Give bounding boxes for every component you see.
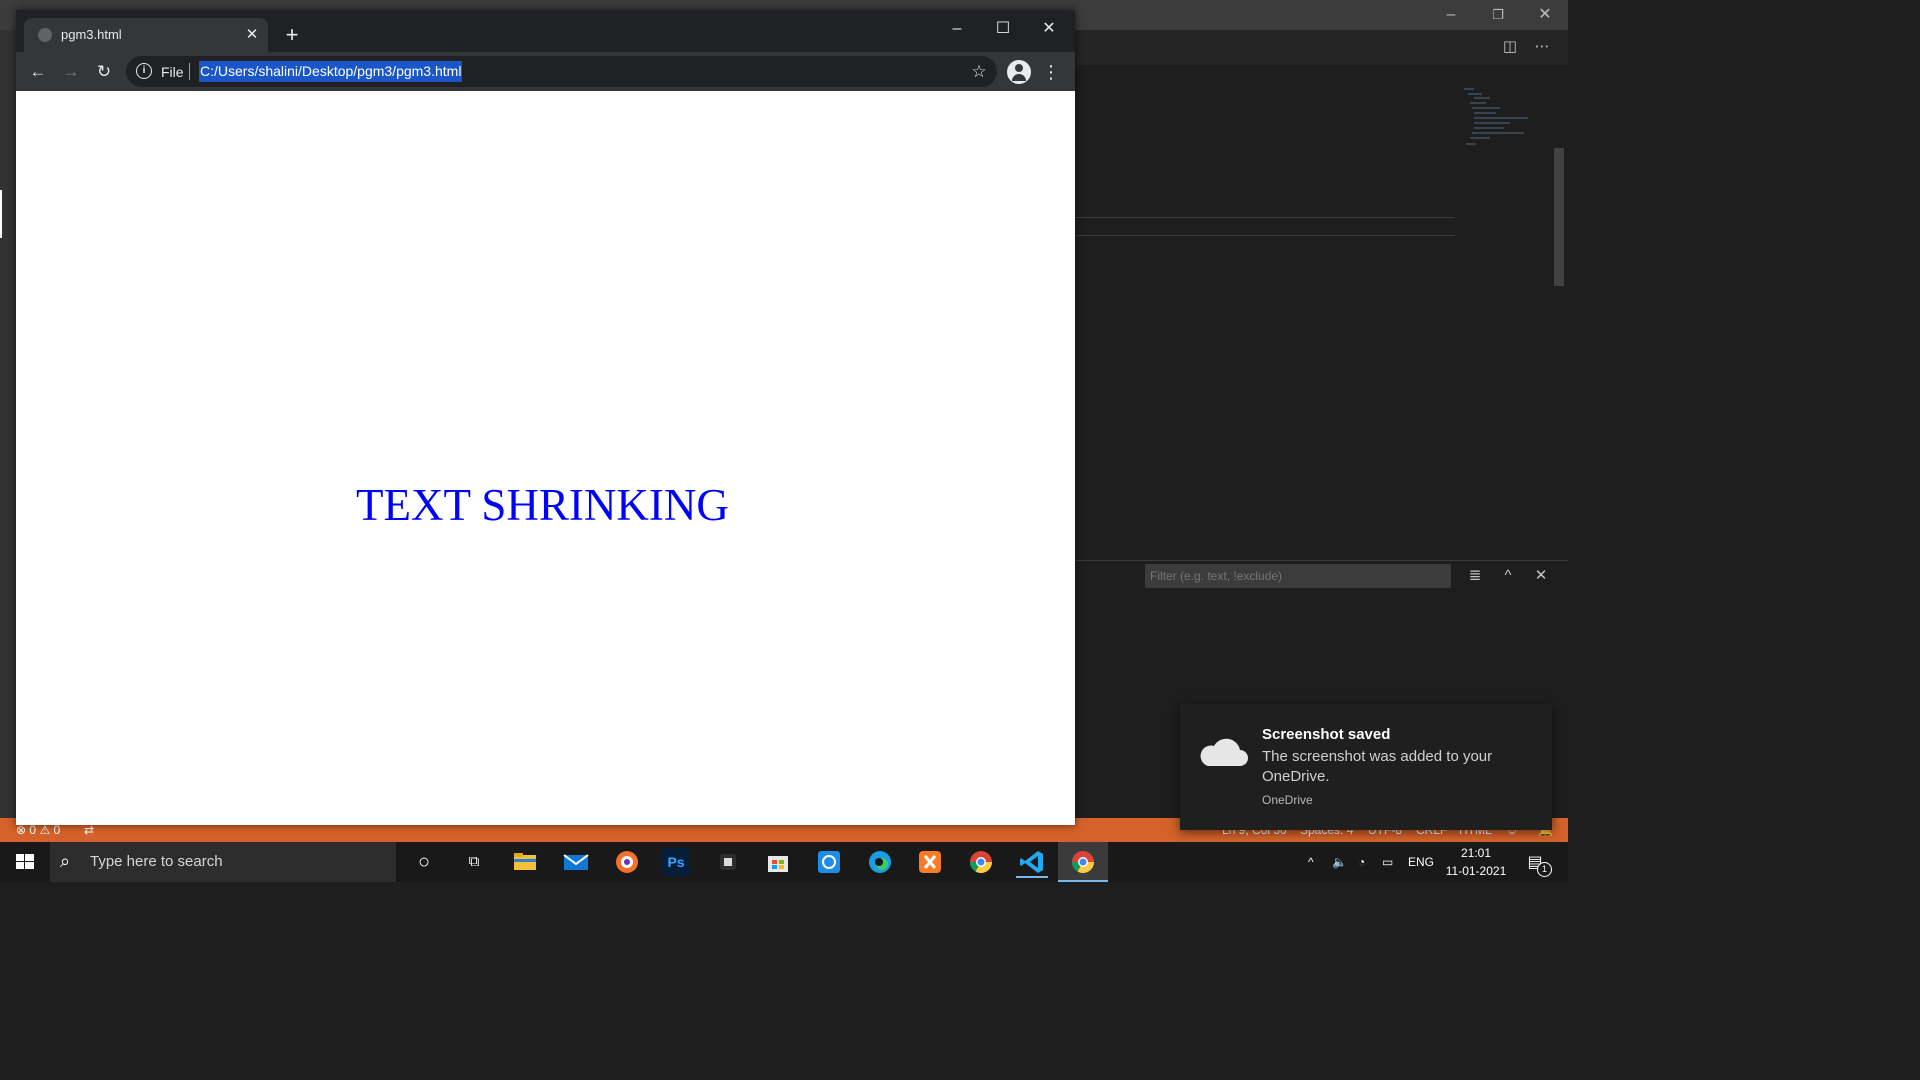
windows-start-icon[interactable] — [0, 842, 50, 882]
wifi-icon[interactable]: ◔ — [1358, 842, 1365, 882]
search-icon: ⌕ — [60, 851, 71, 871]
close-panel-icon[interactable]: ✕ — [1531, 566, 1551, 586]
active-indicator — [1058, 880, 1108, 882]
warning-icon: ⚠ — [39, 823, 51, 837]
task-view-icon[interactable]: ⧉ — [458, 846, 490, 878]
vscode-close-icon[interactable]: ✕ — [1531, 5, 1559, 25]
url-text[interactable]: C:/Users/shalini/Desktop/pgm3/pgm3.html — [199, 61, 462, 82]
mail-icon[interactable] — [560, 846, 592, 878]
onedrive-cloud-icon — [1200, 738, 1248, 766]
search-placeholder: Type here to search — [90, 853, 223, 870]
address-bar[interactable]: i File C:/Users/shalini/Desktop/pgm3/pgm… — [126, 56, 997, 87]
back-arrow-icon[interactable]: ← — [25, 59, 51, 85]
vscode-scrollbar[interactable] — [1554, 148, 1564, 286]
reload-icon[interactable]: ↻ — [91, 59, 117, 85]
windows-taskbar: ⌕ Type here to search ○ ⧉ Ps ^ 🔈 ◔ ▭ ENG — [0, 842, 1568, 882]
close-window-icon[interactable]: ✕ — [1026, 14, 1072, 44]
brave-browser-icon[interactable] — [611, 846, 643, 878]
globe-icon — [38, 28, 52, 42]
xampp-icon[interactable] — [914, 846, 946, 878]
volume-icon[interactable]: 🔈 — [1332, 842, 1347, 882]
error-count: 0 — [29, 823, 37, 837]
site-info-icon[interactable]: i — [136, 63, 152, 79]
active-indicator — [1016, 876, 1048, 878]
address-separator — [189, 63, 190, 80]
output-filter-input[interactable] — [1145, 564, 1451, 588]
notification-count-badge: 1 — [1537, 862, 1552, 877]
clock-date: 11-01-2021 — [1445, 864, 1507, 878]
store-icon[interactable] — [762, 846, 794, 878]
warning-count: 0 — [53, 823, 61, 837]
page-viewport: TEXT SHRINKING — [16, 91, 1075, 825]
chrome-active-icon — [1072, 851, 1094, 873]
toast-app-name: OneDrive — [1262, 793, 1313, 807]
chrome-titlebar: pgm3.html ✕ + – ☐ ✕ — [16, 10, 1075, 52]
clear-output-icon[interactable]: ≣ — [1465, 566, 1485, 586]
error-icon: ⊗ — [16, 823, 27, 837]
kebab-menu-icon[interactable]: ⋮ — [1041, 60, 1061, 84]
edge-icon[interactable] — [864, 846, 896, 878]
editor-divider — [1075, 235, 1455, 236]
minimize-icon[interactable]: – — [934, 14, 980, 44]
address-scheme-label: File — [161, 64, 184, 80]
sync-app-icon[interactable] — [813, 846, 845, 878]
split-editor-icon[interactable]: ◫ — [1500, 37, 1520, 57]
maximize-icon[interactable]: ☐ — [980, 14, 1026, 44]
profile-avatar-icon[interactable] — [1007, 60, 1031, 84]
browser-tab[interactable]: pgm3.html ✕ — [24, 18, 268, 52]
app-icon[interactable] — [712, 846, 744, 878]
input-language[interactable]: ENG — [1408, 842, 1434, 882]
editor-divider — [1075, 217, 1455, 218]
new-tab-icon[interactable]: + — [278, 23, 306, 49]
toast-message: The screenshot was added to your OneDriv… — [1262, 748, 1493, 785]
url-selection[interactable]: C:/Users/shalini/Desktop/pgm3/pgm3.html — [199, 61, 463, 82]
photoshop-icon[interactable]: Ps — [662, 848, 690, 876]
more-actions-icon[interactable]: ⋯ — [1532, 37, 1552, 57]
vscode-icon[interactable] — [1016, 846, 1048, 878]
page-heading: TEXT SHRINKING — [356, 480, 729, 530]
taskbar-search-box[interactable]: ⌕ Type here to search — [50, 842, 396, 882]
chrome-window: pgm3.html ✕ + – ☐ ✕ ← → ↻ i File C:/User… — [16, 10, 1075, 825]
vscode-editor-tabbar: ◫ ⋯ — [1075, 30, 1568, 65]
vscode-activity-bar — [0, 30, 16, 818]
bookmark-star-icon[interactable]: ☆ — [968, 61, 990, 83]
battery-icon[interactable]: ▭ — [1382, 842, 1393, 882]
clock-time: 21:01 — [1460, 846, 1492, 860]
vscode-minimize-icon[interactable]: – — [1437, 5, 1465, 25]
file-explorer-icon[interactable] — [509, 846, 541, 878]
chrome-icon[interactable] — [965, 846, 997, 878]
chrome-toolbar: ← → ↻ i File C:/Users/shalini/Desktop/pg… — [16, 52, 1075, 91]
tab-close-icon[interactable]: ✕ — [242, 25, 262, 45]
maximize-panel-icon[interactable]: ^ — [1498, 566, 1518, 586]
toast-title: Screenshot saved — [1262, 726, 1391, 743]
show-hidden-icons-icon[interactable]: ^ — [1308, 842, 1314, 882]
notification-toast[interactable]: Screenshot saved The screenshot was adde… — [1180, 704, 1552, 830]
tab-title: pgm3.html — [61, 27, 122, 42]
system-clock[interactable]: 21:01 11-01-2021 — [1440, 844, 1512, 880]
vscode-restore-icon[interactable]: ❐ — [1484, 5, 1512, 25]
vscode-minimap[interactable] — [1460, 86, 1550, 156]
cortana-icon[interactable]: ○ — [408, 846, 440, 878]
activity-active-indicator — [0, 190, 2, 238]
forward-arrow-icon[interactable]: → — [58, 59, 84, 85]
chrome-taskbar-button-active[interactable] — [1058, 842, 1108, 882]
